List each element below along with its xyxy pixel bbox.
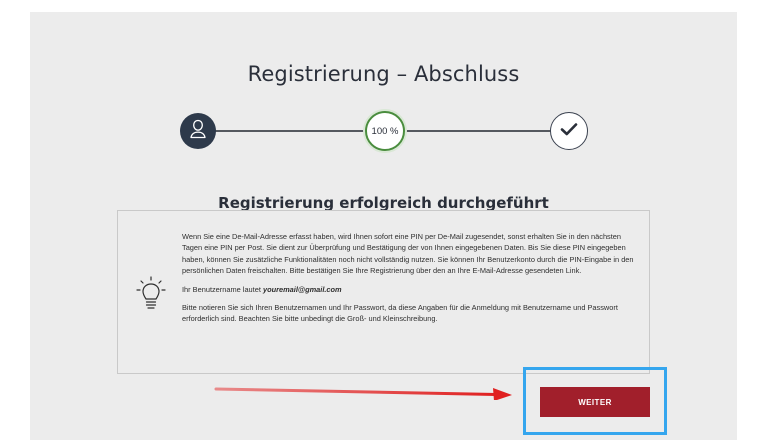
user-icon (188, 118, 208, 145)
info-paragraph-pin: Wenn Sie eine De-Mail-Adresse erfasst ha… (182, 232, 634, 276)
progress-track-1 (198, 130, 368, 132)
registration-card: Registrierung – Abschluss 100 % Registri… (30, 12, 737, 440)
step-user (180, 113, 216, 149)
info-box: Wenn Sie eine De-Mail-Adresse erfasst ha… (117, 210, 650, 374)
weiter-button[interactable]: WEITER (540, 387, 650, 417)
info-paragraph-credentials: Bitte notieren Sie sich Ihren Benutzerna… (182, 303, 618, 324)
progress-label: 100 % (371, 125, 399, 137)
progress-track-2 (405, 130, 557, 132)
step-progress: 100 % (365, 111, 405, 151)
info-text: Wenn Sie eine De-Mail-Adresse erfasst ha… (182, 231, 634, 332)
info-paragraph-username: Ihr Benutzername lautet youremail@gmail.… (182, 284, 634, 295)
username-prefix: Ihr Benutzername lautet (182, 284, 261, 294)
page-title: Registrierung – Abschluss (247, 62, 520, 87)
checkmark-icon (560, 122, 578, 141)
annotation-arrow (214, 380, 514, 405)
step-complete (550, 112, 588, 150)
lightbulb-icon (136, 275, 166, 316)
username-value: youremail@gmail.com (262, 284, 342, 294)
